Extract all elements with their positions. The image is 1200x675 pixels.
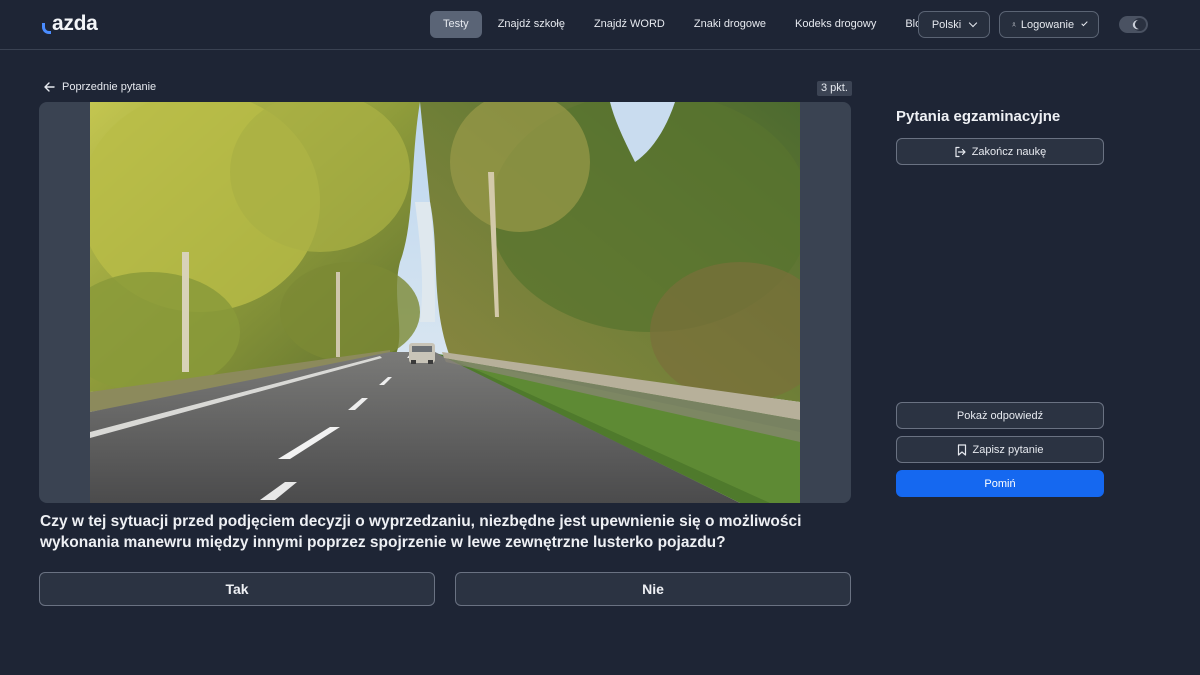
nav-item-testy[interactable]: Testy bbox=[430, 11, 482, 38]
points-badge: 3 pkt. bbox=[817, 81, 852, 96]
skip-button[interactable]: Pomiń bbox=[896, 470, 1104, 497]
main-nav: Testy Znajdź szkołę Znajdź WORD Znaki dr… bbox=[430, 11, 943, 38]
logout-icon bbox=[955, 146, 966, 157]
chevron-down-icon bbox=[1081, 19, 1088, 27]
previous-question-link[interactable]: Poprzednie pytanie bbox=[44, 81, 156, 93]
previous-question-label: Poprzednie pytanie bbox=[62, 81, 157, 93]
answer-yes-button[interactable]: Tak bbox=[39, 572, 435, 606]
nav-item-kodeks-drogowy[interactable]: Kodeks drogowy bbox=[782, 11, 889, 38]
theme-toggle[interactable] bbox=[1119, 16, 1148, 33]
user-icon bbox=[1012, 22, 1016, 27]
language-label: Polski bbox=[931, 18, 962, 31]
nav-item-znajdz-szkole[interactable]: Znajdź szkołę bbox=[485, 11, 578, 38]
nav-item-znaki-drogowe[interactable]: Znaki drogowe bbox=[681, 11, 779, 38]
save-question-button[interactable]: Zapisz pytanie bbox=[896, 436, 1104, 463]
question-text: Czy w tej sytuacji przed podjęciem decyz… bbox=[40, 513, 802, 551]
question-image bbox=[90, 102, 800, 503]
answer-no-button[interactable]: Nie bbox=[455, 572, 851, 606]
chevron-down-icon bbox=[968, 18, 978, 28]
sidebar-title: Pytania egzaminacyjne bbox=[896, 108, 1061, 125]
logo-hook-icon bbox=[42, 23, 51, 34]
language-select[interactable]: Polski bbox=[918, 11, 990, 38]
bookmark-icon bbox=[957, 443, 966, 456]
save-question-label: Zapisz pytanie bbox=[972, 443, 1044, 456]
skip-label: Pomiń bbox=[984, 477, 1016, 490]
login-label: Logowanie bbox=[1020, 18, 1075, 31]
show-answer-button[interactable]: Pokaż odpowiedź bbox=[896, 402, 1104, 429]
arrow-left-icon bbox=[44, 82, 55, 92]
logo-text: azda bbox=[52, 12, 98, 35]
nav-item-znajdz-word[interactable]: Znajdź WORD bbox=[581, 11, 678, 38]
end-learning-button[interactable]: Zakończ naukę bbox=[896, 138, 1104, 165]
jazda-logo[interactable]: azda bbox=[42, 12, 98, 36]
end-learning-label: Zakończ naukę bbox=[971, 145, 1047, 158]
login-button[interactable]: Logowanie bbox=[999, 11, 1099, 38]
top-header: azda Testy Znajdź szkołę Znajdź WORD Zna… bbox=[0, 0, 1200, 50]
show-answer-label: Pokaż odpowiedź bbox=[956, 409, 1044, 422]
question-media-frame bbox=[39, 102, 851, 503]
